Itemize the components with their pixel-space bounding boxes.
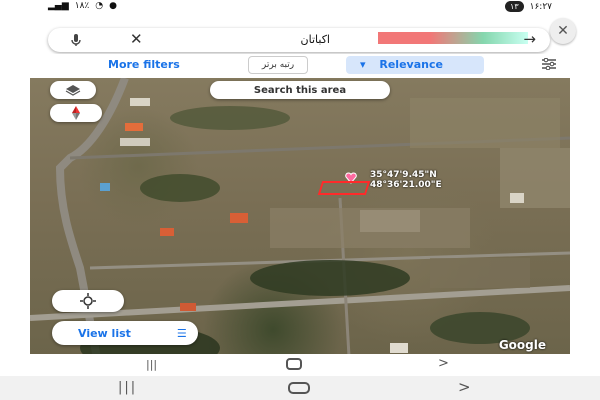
phone-screen: ▂▄▆ ۱۸٪ ◔ ● ۱۳ ۱۶:۲۷ ✕ اکباتان → ✕ More … xyxy=(0,0,600,400)
layers-button[interactable] xyxy=(50,81,96,99)
location-status-icon: ● xyxy=(109,1,117,11)
status-right: ۱۳ ۱۶:۲۷ xyxy=(505,1,552,12)
view-list-label: View list xyxy=(78,326,131,340)
arrow-right-icon[interactable]: → xyxy=(523,31,536,47)
system-nav-bar: ||| > xyxy=(0,376,600,400)
satellite-map[interactable]: Search this area 35°47'9.45"N 48°36'21.0… xyxy=(30,78,570,374)
home-icon[interactable] xyxy=(286,358,302,370)
wifi-icon: ◔ xyxy=(95,1,104,11)
search-this-area-button[interactable]: Search this area xyxy=(210,81,390,99)
top-rated-chip[interactable]: رتبه برتر xyxy=(248,56,308,74)
compass-button[interactable] xyxy=(50,104,102,122)
filter-row: More filters رتبه برتر ▾ Relevance xyxy=(30,54,570,78)
dismiss-icon[interactable]: ✕ xyxy=(550,18,576,44)
relevance-chip[interactable]: ▾ Relevance xyxy=(346,56,484,74)
system-home-icon[interactable] xyxy=(288,382,310,394)
status-left: ▂▄▆ ۱۸٪ ◔ ● xyxy=(48,1,117,11)
coordinate-label: 35°47'9.45"N 48°36'21.00"E xyxy=(370,170,442,190)
status-clock: ۱۶:۲۷ xyxy=(529,1,552,12)
signal-icon: ▂▄▆ xyxy=(48,1,69,11)
in-app-nav-bar: ||| > xyxy=(30,354,570,374)
mic-icon[interactable] xyxy=(68,32,84,48)
layers-icon xyxy=(65,85,81,96)
search-row: ✕ اکباتان → ✕ xyxy=(30,14,576,54)
parcel-outline xyxy=(317,181,371,195)
crosshair-icon xyxy=(80,293,96,309)
notification-pill: ۱۳ xyxy=(505,1,524,12)
coordinate-lat: 35°47'9.45"N xyxy=(370,170,437,180)
system-back-icon[interactable]: > xyxy=(458,378,471,396)
my-location-button[interactable] xyxy=(52,290,124,312)
google-logo: Google xyxy=(498,338,546,352)
more-filters-button[interactable]: More filters xyxy=(108,58,180,71)
coordinate-lng: 48°36'21.00"E xyxy=(370,180,442,190)
search-box[interactable]: ✕ اکباتان → xyxy=(48,28,550,52)
battery-text: ۱۸٪ xyxy=(74,1,90,11)
compass-icon xyxy=(72,106,80,120)
recents-icon[interactable]: ||| xyxy=(146,358,157,371)
view-list-button[interactable]: View list ☰ xyxy=(52,321,198,345)
search-query[interactable]: اکباتان xyxy=(301,33,330,46)
back-icon[interactable]: > xyxy=(438,356,449,371)
dropdown-arrow-icon: ▾ xyxy=(360,58,366,71)
tune-icon[interactable] xyxy=(542,58,556,70)
close-icon[interactable]: ✕ xyxy=(130,31,143,47)
query-highlight xyxy=(378,32,528,44)
system-recents-icon[interactable]: ||| xyxy=(118,380,137,395)
list-icon: ☰ xyxy=(176,326,187,340)
relevance-label: Relevance xyxy=(379,58,443,71)
status-bar: ▂▄▆ ۱۸٪ ◔ ● ۱۳ ۱۶:۲۷ xyxy=(30,0,570,14)
